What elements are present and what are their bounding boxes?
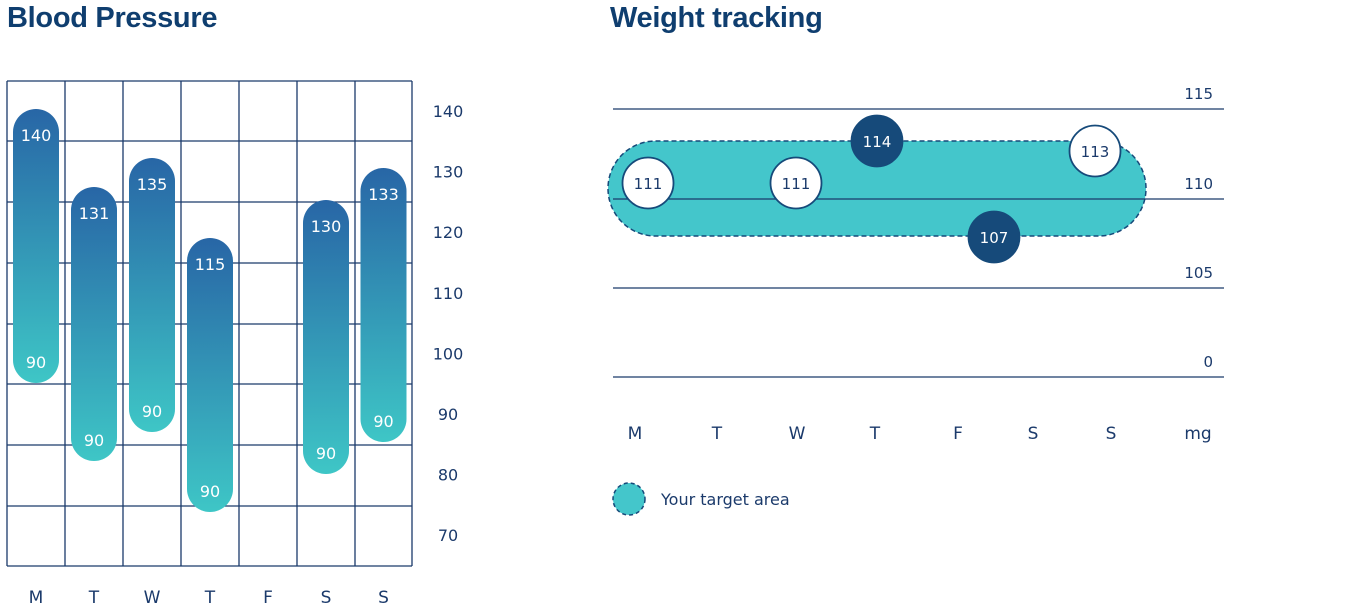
x-tick-label: S <box>321 588 332 608</box>
y-tick-label: 0 <box>1203 353 1213 371</box>
data-point <box>621 156 675 210</box>
x-tick-label: T <box>88 588 100 608</box>
bar-label-diastolic: 90 <box>84 431 104 450</box>
data-point-label: 111 <box>634 175 663 193</box>
y-tick-label: 80 <box>438 466 458 485</box>
bar <box>71 187 117 461</box>
x-tick-label: M <box>29 588 44 608</box>
data-point-label: 114 <box>863 133 892 151</box>
data-point <box>769 156 823 210</box>
y-tick-label: 115 <box>1184 85 1213 103</box>
bar-label-diastolic: 90 <box>316 444 336 463</box>
x-tick-label: T <box>869 424 881 444</box>
bar-label-systolic: 130 <box>311 217 342 236</box>
bar-label-diastolic: 90 <box>373 412 393 431</box>
bar-label-systolic: 131 <box>79 204 110 223</box>
unit-label: mg <box>1184 424 1211 444</box>
legend-swatch <box>612 482 646 516</box>
bar <box>303 200 349 474</box>
y-tick-label: 120 <box>433 223 464 242</box>
y-tick-label: 100 <box>433 344 464 363</box>
data-point <box>967 210 1021 264</box>
y-tick-label: 110 <box>433 284 464 303</box>
bar <box>129 158 175 432</box>
bar <box>13 109 59 383</box>
x-tick-label: W <box>144 588 161 608</box>
y-tick-label: 140 <box>433 102 464 121</box>
bar <box>360 168 407 442</box>
bar-label-systolic: 140 <box>21 126 52 145</box>
bar-label-diastolic: 90 <box>200 482 220 501</box>
data-point <box>1068 124 1122 178</box>
x-tick-label: T <box>204 588 216 608</box>
bar-label-systolic: 135 <box>137 175 168 194</box>
y-tick-label: 105 <box>1184 264 1213 282</box>
bar <box>187 238 233 512</box>
bar-label-systolic: 115 <box>195 255 226 274</box>
bar-label-systolic: 133 <box>368 185 399 204</box>
data-point-label: 107 <box>980 229 1009 247</box>
x-tick-label: S <box>1106 424 1117 444</box>
weight-tracking-title: Weight tracking <box>610 2 823 34</box>
y-tick-label: 90 <box>438 405 458 424</box>
bar-label-diastolic: 90 <box>142 402 162 421</box>
target-area <box>607 140 1147 237</box>
data-point-label: 113 <box>1081 143 1110 161</box>
legend-label: Your target area <box>660 490 790 509</box>
x-tick-label: S <box>1028 424 1039 444</box>
bar-label-diastolic: 90 <box>26 353 46 372</box>
blood-pressure-chart: 140 130 120 110 100 90 80 70 M 140 90 T 131 90 W 135 90 T… <box>6 80 464 608</box>
data-point <box>850 114 904 168</box>
y-tick-label: 70 <box>438 526 458 545</box>
y-tick-label: 110 <box>1184 175 1213 193</box>
data-point-label: 111 <box>782 175 811 193</box>
x-tick-label: S <box>378 588 389 608</box>
y-tick-label: 130 <box>433 163 464 182</box>
x-tick-label: T <box>711 424 723 444</box>
x-tick-label: F <box>263 588 273 608</box>
x-tick-label: W <box>789 424 806 444</box>
x-tick-label: M <box>628 424 643 444</box>
x-tick-label: F <box>953 424 963 444</box>
